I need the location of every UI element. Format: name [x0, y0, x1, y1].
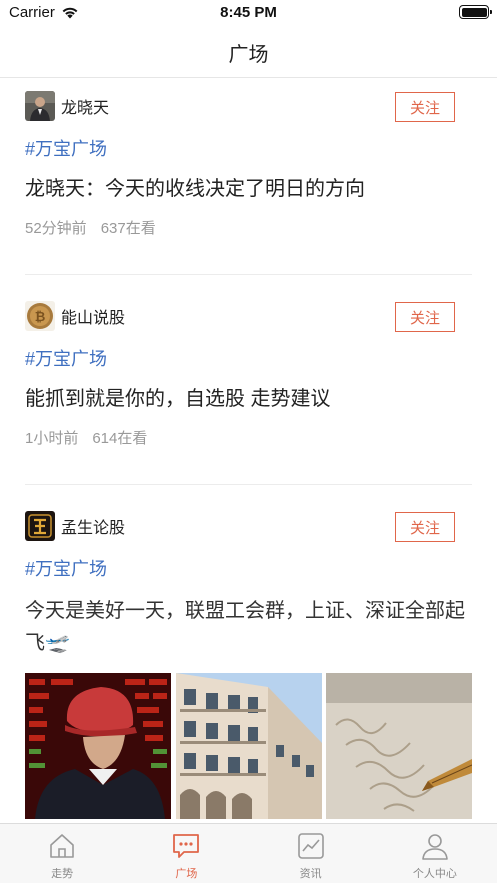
post-meta: 1小时前 614在看	[25, 427, 472, 448]
status-time: 8:45 PM	[220, 4, 277, 21]
post-header: 孟生论股 关注	[25, 505, 472, 547]
author-name[interactable]: 龙晓天	[61, 94, 109, 118]
avatar[interactable]: ₿	[25, 301, 55, 331]
tab-label: 广场	[175, 868, 198, 880]
follow-button[interactable]: 关注	[395, 512, 455, 542]
post-time: 52分钟前	[25, 220, 87, 237]
author-name[interactable]: 孟生论股	[61, 514, 125, 538]
post-time: 1小时前	[25, 430, 79, 447]
post-title[interactable]: 今天是美好一天，联盟工会群，上证、深证全部起飞🛫	[25, 595, 472, 659]
post-card[interactable]: ₿ 能山说股 关注 #万宝广场 能抓到就是你的，自选股 走势建议 1小时前 61…	[25, 275, 472, 485]
post-header: 龙晓天 关注	[25, 85, 472, 127]
tab-bar: 走势 广场 资讯 个人中心	[0, 823, 497, 883]
chart-icon	[297, 833, 324, 859]
post-card[interactable]: 孟生论股 关注 #万宝广场 今天是美好一天，联盟工会群，上证、深证全部起飞🛫	[25, 485, 472, 819]
person-icon	[422, 834, 448, 860]
post-image[interactable]	[175, 673, 322, 819]
avatar[interactable]	[25, 511, 55, 541]
view-count: 637在看	[100, 220, 156, 237]
follow-button[interactable]: 关注	[395, 302, 455, 332]
post-header: ₿ 能山说股 关注	[25, 295, 472, 337]
battery-icon	[459, 5, 492, 19]
status-bar: Carrier 8:45 PM	[0, 0, 497, 26]
post-image-grid	[25, 673, 472, 819]
post-image[interactable]	[25, 673, 171, 819]
follow-button[interactable]: 关注	[395, 92, 455, 122]
topic-tag[interactable]: #万宝广场	[25, 345, 472, 371]
tab-trend[interactable]: 走势	[0, 824, 124, 883]
tab-label: 走势	[51, 868, 74, 880]
tab-label: 资讯	[299, 868, 322, 880]
post-title[interactable]: 能抓到就是你的，自选股 走势建议	[25, 385, 472, 413]
svg-text:₿: ₿	[35, 310, 46, 325]
post-card[interactable]: 龙晓天 关注 #万宝广场 龙晓天：今天的收线决定了明日的方向 52分钟前 637…	[25, 78, 472, 275]
tab-label: 个人中心	[412, 868, 457, 880]
post-meta: 52分钟前 637在看	[25, 217, 472, 238]
page-title: 广场	[228, 44, 269, 66]
navigation-bar: 广场	[0, 26, 497, 78]
post-title[interactable]: 龙晓天：今天的收线决定了明日的方向	[25, 175, 472, 203]
author-name[interactable]: 能山说股	[61, 304, 125, 328]
home-icon	[50, 834, 74, 858]
chat-icon	[173, 834, 200, 858]
tab-square[interactable]: 广场	[124, 824, 248, 883]
topic-tag[interactable]: #万宝广场	[25, 555, 472, 581]
view-count: 614在看	[92, 430, 148, 447]
avatar[interactable]	[25, 91, 55, 121]
tab-profile[interactable]: 个人中心	[373, 824, 497, 883]
post-image[interactable]	[326, 673, 472, 819]
tab-news[interactable]: 资讯	[249, 824, 373, 883]
topic-tag[interactable]: #万宝广场	[25, 135, 472, 161]
post-feed[interactable]: 龙晓天 关注 #万宝广场 龙晓天：今天的收线决定了明日的方向 52分钟前 637…	[0, 78, 497, 823]
